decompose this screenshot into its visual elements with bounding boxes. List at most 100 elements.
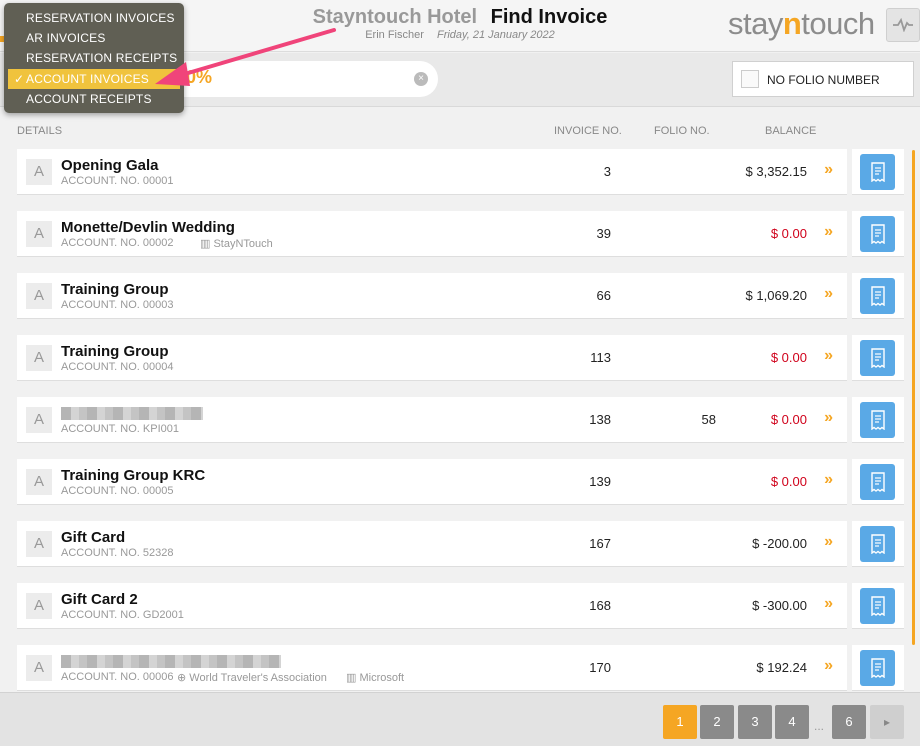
double-chevron-right-icon[interactable]: » [824, 657, 833, 675]
invoice-number: 168 [589, 598, 611, 613]
dropdown-item-ar-invoices[interactable]: AR INVOICES [8, 28, 180, 48]
invoice-type-dropdown: RESERVATION INVOICES AR INVOICES RESERVA… [4, 3, 184, 113]
double-chevron-right-icon[interactable]: » [824, 533, 833, 551]
receipt-icon [870, 472, 885, 492]
column-invoice-no: INVOICE NO. [554, 125, 622, 137]
double-chevron-right-icon[interactable]: » [824, 595, 833, 613]
account-number: ACCOUNT. NO. KPI001 [61, 423, 179, 435]
next-page-button[interactable]: ▸ [870, 705, 904, 739]
dropdown-item-reservation-invoices[interactable]: RESERVATION INVOICES [8, 8, 180, 28]
double-chevron-right-icon[interactable]: » [824, 161, 833, 179]
table-row[interactable]: A ACCOUNT. NO. KPI001 138 58 $ 0.00 » [17, 397, 847, 443]
print-invoice-button[interactable] [860, 216, 895, 252]
globe-icon: ⊕ [177, 672, 187, 684]
pagination-bar: 1 2 3 4 ... 6 ▸ [0, 692, 920, 746]
account-type-badge: A [26, 469, 52, 495]
invoice-number: 113 [590, 350, 611, 365]
search-input[interactable]: 0% × [178, 61, 438, 97]
account-type-badge: A [26, 283, 52, 309]
balance-amount: $ -300.00 [752, 598, 807, 613]
business-date: Friday, 21 January 2022 [436, 29, 555, 41]
account-type-badge: A [26, 655, 52, 681]
receipt-cell [852, 397, 904, 443]
receipt-cell [852, 459, 904, 505]
no-folio-filter[interactable]: NO FOLIO NUMBER [732, 61, 914, 97]
table-row[interactable]: A Training Group ACCOUNT. NO. 00003 66 $ 1,0… [17, 273, 847, 319]
double-chevron-right-icon[interactable]: » [824, 471, 833, 489]
receipt-cell [852, 335, 904, 381]
dropdown-item-label: RESERVATION INVOICES [26, 11, 175, 25]
print-invoice-button[interactable] [860, 278, 895, 314]
table-row[interactable]: A Monette/Devlin Wedding ACCOUNT. NO. 0000… [17, 211, 847, 257]
dropdown-item-label: ACCOUNT RECEIPTS [26, 92, 152, 106]
account-type-badge: A [26, 531, 52, 557]
invoice-list: A Opening Gala ACCOUNT. NO. 00001 3 $ 3,352.… [0, 148, 920, 692]
table-row[interactable]: A Training Group ACCOUNT. NO. 00004 113 $ 0.… [17, 335, 847, 381]
dropdown-item-label: AR INVOICES [26, 31, 106, 45]
print-invoice-button[interactable] [860, 154, 895, 190]
invoice-number: 167 [589, 536, 611, 551]
receipt-cell [852, 149, 904, 195]
page-button-4[interactable]: 4 [775, 705, 809, 739]
balance-amount: $ 0.00 [770, 226, 807, 241]
balance-amount: $ 0.00 [770, 412, 807, 427]
user-name: Erin Fischer [365, 29, 424, 41]
balance-amount: $ 192.24 [756, 660, 807, 675]
print-invoice-button[interactable] [860, 588, 895, 624]
invoice-number: 170 [589, 660, 611, 675]
dropdown-item-account-invoices[interactable]: ✓ ACCOUNT INVOICES [8, 69, 180, 89]
invoice-number: 138 [589, 412, 611, 427]
account-number: ACCOUNT. NO. GD2001 [61, 609, 184, 621]
table-row[interactable]: A Gift Card ACCOUNT. NO. 52328 167 $ -200.00… [17, 521, 847, 567]
check-icon: ✓ [14, 72, 25, 86]
stayntouch-logo: stayntouch [728, 6, 875, 42]
print-invoice-button[interactable] [860, 526, 895, 562]
table-row[interactable]: A ACCOUNT. NO. 00006 ⊕ World Traveler's As… [17, 645, 847, 691]
pulse-icon [893, 18, 913, 32]
company: ▥ Microsoft [346, 671, 404, 684]
account-number: ACCOUNT. NO. 00005 [61, 485, 174, 497]
print-invoice-button[interactable] [860, 340, 895, 376]
account-name: Training Group KRC [61, 467, 206, 484]
no-folio-checkbox[interactable] [741, 70, 759, 88]
travel-agent: ⊕ World Traveler's Association [177, 671, 327, 684]
account-type-badge: A [26, 221, 52, 247]
double-chevron-right-icon[interactable]: » [824, 223, 833, 241]
activity-button[interactable] [886, 8, 920, 42]
balance-amount: $ 3,352.15 [745, 164, 807, 179]
receipt-icon [870, 658, 885, 678]
invoice-number: 66 [596, 288, 611, 303]
receipt-cell [852, 211, 904, 257]
receipt-cell [852, 521, 904, 567]
double-chevron-right-icon[interactable]: » [824, 409, 833, 427]
invoice-number: 139 [589, 474, 611, 489]
folio-number: 58 [701, 412, 716, 427]
dropdown-item-reservation-receipts[interactable]: RESERVATION RECEIPTS [8, 48, 180, 68]
page-button-1[interactable]: 1 [663, 705, 697, 739]
table-row[interactable]: A Gift Card 2 ACCOUNT. NO. GD2001 168 $ -300… [17, 583, 847, 629]
page-button-3[interactable]: 3 [738, 705, 772, 739]
balance-amount: $ 1,069.20 [745, 288, 807, 303]
column-details: DETAILS [17, 125, 63, 137]
double-chevron-right-icon[interactable]: » [824, 285, 833, 303]
account-type-badge: A [26, 407, 52, 433]
print-invoice-button[interactable] [860, 650, 895, 686]
receipt-cell [852, 583, 904, 629]
clear-search-icon[interactable]: × [414, 72, 428, 86]
receipt-icon [870, 286, 885, 306]
balance-amount: $ 0.00 [770, 350, 807, 365]
search-query-text: 0% [186, 67, 213, 87]
page-button-6[interactable]: 6 [832, 705, 866, 739]
balance-amount: $ 0.00 [770, 474, 807, 489]
dropdown-item-account-receipts[interactable]: ACCOUNT RECEIPTS [8, 89, 180, 109]
print-invoice-button[interactable] [860, 402, 895, 438]
receipt-icon [870, 534, 885, 554]
account-number: ACCOUNT. NO. 00002 [61, 237, 174, 249]
print-invoice-button[interactable] [860, 464, 895, 500]
double-chevron-right-icon[interactable]: » [824, 347, 833, 365]
page-button-2[interactable]: 2 [700, 705, 734, 739]
table-row[interactable]: A Opening Gala ACCOUNT. NO. 00001 3 $ 3,352.… [17, 149, 847, 195]
list-scrollbar[interactable] [912, 150, 915, 645]
table-row[interactable]: A Training Group KRC ACCOUNT. NO. 00005 139… [17, 459, 847, 505]
redacted-account-name [61, 407, 203, 420]
